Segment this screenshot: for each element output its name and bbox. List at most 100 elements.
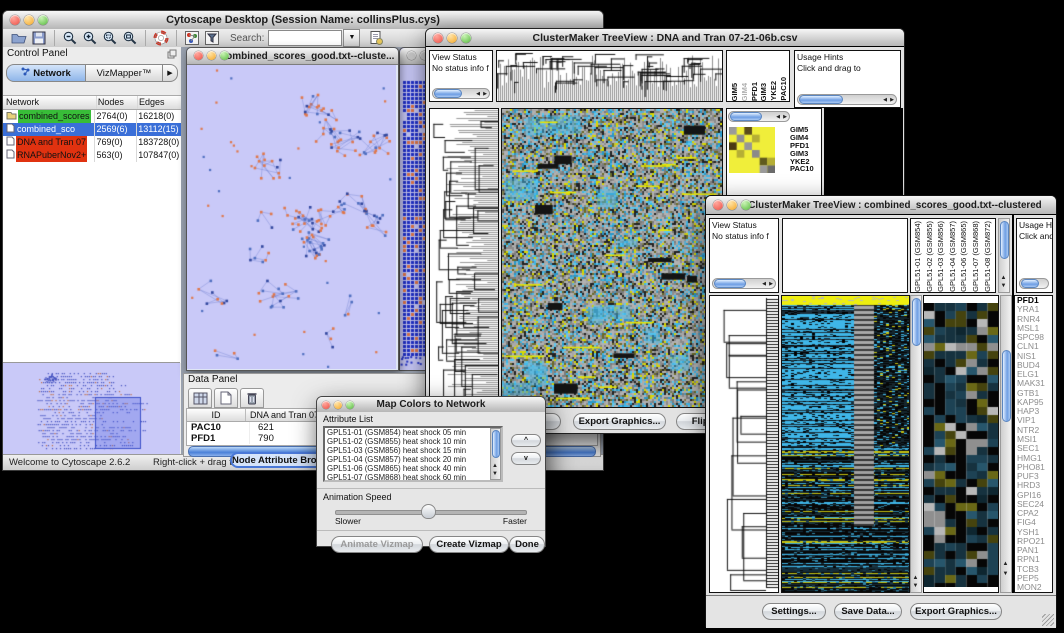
view-status-scrollbar[interactable]: ◀▶ (712, 278, 776, 289)
combined-treeview-titlebar[interactable]: ClusterMaker TreeView : combined_scores_… (706, 196, 1056, 215)
scroll-right-icon[interactable]: ▶ (783, 114, 787, 121)
scroll-down-icon[interactable]: ▼ (913, 583, 919, 590)
id-column-header[interactable]: ID (187, 409, 246, 421)
row-dendrogram[interactable] (709, 295, 779, 593)
filter-icon[interactable] (202, 29, 222, 47)
attribute-list[interactable]: GPL51-01 (GSM854) heat shock 05 minGPL51… (323, 426, 503, 482)
scroll-up-icon[interactable]: ▲ (1001, 275, 1007, 282)
column-label[interactable]: GPL51-01 (GSM854) (913, 221, 925, 292)
move-down-button[interactable]: v (511, 452, 541, 465)
open-session-icon[interactable] (9, 29, 29, 47)
labels-vscrollbar[interactable]: ▲▼ (998, 218, 1010, 293)
export-graphics-button[interactable]: Export Graphics... (910, 603, 1002, 620)
minimize-icon[interactable] (727, 200, 737, 210)
summary-scrollbar[interactable]: ◀▶ (728, 111, 790, 122)
zoom-window-icon[interactable] (346, 401, 354, 409)
minimize-icon[interactable] (207, 51, 216, 60)
column-label[interactable]: GPL51-04 (GSM857) (948, 221, 960, 292)
export-graphics-button[interactable]: Export Graphics... (573, 413, 666, 430)
column-label[interactable]: PFD1 (750, 82, 760, 101)
zoom-out-icon[interactable] (60, 29, 80, 47)
view-status-scrollbar[interactable]: ◀▶ (432, 88, 490, 99)
scroll-down-icon[interactable]: ▼ (1003, 571, 1009, 578)
column-label[interactable]: GIM4 (740, 83, 750, 101)
move-up-button[interactable]: ^ (511, 434, 541, 447)
tab-vizmapper[interactable]: VizMapper™ (86, 64, 163, 82)
dna-row-dendrogram[interactable] (429, 108, 499, 408)
column-label[interactable]: GIM3 (759, 83, 769, 101)
column-label[interactable]: YKE2 (769, 81, 779, 101)
network-list-row[interactable]: combined_scores2764(0)16218(0) (3, 110, 181, 123)
scroll-left-icon[interactable]: ◀ (883, 97, 887, 104)
gene-item[interactable]: MON2 (1015, 583, 1052, 592)
minimize-icon[interactable] (24, 15, 34, 25)
scroll-up-icon[interactable]: ▲ (1003, 561, 1009, 568)
column-label[interactable]: GIM5 (730, 83, 740, 101)
close-icon[interactable] (194, 51, 203, 60)
close-icon[interactable] (322, 401, 330, 409)
save-session-icon[interactable] (29, 29, 49, 47)
animate-vizmap-button[interactable]: Animate Vizmap (331, 536, 423, 553)
search-dropdown-button[interactable]: ▼ (343, 29, 360, 47)
usage-hints-scrollbar[interactable]: ◀▶ (797, 94, 897, 105)
done-button[interactable]: Done (509, 536, 545, 553)
scroll-right-icon[interactable]: ▶ (769, 281, 773, 288)
scroll-down-icon[interactable]: ▼ (492, 471, 498, 478)
dna-column-dendrogram[interactable] (496, 50, 723, 102)
column-dendrogram-area[interactable] (782, 218, 908, 293)
dna-row-labels[interactable]: GIM5GIM4PFD1GIM3YKE2PAC10 (790, 126, 814, 173)
network-list-row[interactable]: DNA and Tran 07769(0)183728(0) (3, 136, 181, 149)
speed-slider-thumb[interactable] (421, 504, 436, 519)
help-lifesaver-icon[interactable] (151, 29, 171, 47)
scroll-left-icon[interactable]: ◀ (776, 114, 780, 121)
save-data-button[interactable]: Save Data... (834, 603, 902, 620)
minimize-icon[interactable] (447, 33, 457, 43)
attribute-item[interactable]: GPL51-07 (GSM868) heat shock 60 min (327, 474, 499, 482)
column-label[interactable]: GPL51-02 (GSM855) (925, 221, 937, 292)
zoom-window-icon[interactable] (741, 200, 751, 210)
network-list-header[interactable]: Network Nodes Edges (3, 96, 181, 110)
more-tabs-button[interactable]: ▶ (163, 64, 178, 82)
close-icon[interactable] (407, 51, 416, 60)
heatmap-vscrollbar[interactable]: ▲▼ (910, 295, 922, 593)
scroll-right-icon[interactable]: ▶ (890, 97, 894, 104)
create-vizmap-button[interactable]: Create Vizmap (429, 536, 509, 553)
close-icon[interactable] (10, 15, 20, 25)
search-input[interactable] (268, 30, 342, 46)
zoom-window-icon[interactable] (220, 51, 229, 60)
dna-heatmap[interactable] (501, 108, 723, 408)
gene-list[interactable]: PFD1YRA1RNR4MSL1SPC98CLN1NIS1BUD4ELG1MAK… (1014, 295, 1053, 593)
row-label[interactable]: PAC10 (790, 165, 814, 173)
birdseye-view[interactable] (3, 362, 180, 455)
zoom-selected-icon[interactable] (100, 29, 120, 47)
settings-button[interactable]: Settings... (762, 603, 826, 620)
scroll-up-icon[interactable]: ▲ (492, 463, 498, 470)
close-icon[interactable] (433, 33, 443, 43)
column-labels[interactable]: GPL51-01 (GSM854)GPL51-02 (GSM855)GPL51-… (910, 218, 996, 293)
scroll-up-icon[interactable]: ▲ (913, 575, 919, 582)
resize-grip[interactable] (1042, 614, 1054, 626)
float-panel-icon[interactable] (167, 49, 177, 62)
column-label[interactable]: GPL51-07 (GSM868) (971, 221, 983, 292)
detail-vscrollbar[interactable]: ▲▼ (1000, 295, 1012, 593)
scroll-down-icon[interactable]: ▼ (1001, 283, 1007, 290)
network-list-row[interactable]: RNAPuberNov2+563(0)107847(0) (3, 149, 181, 162)
dna-column-labels[interactable]: GIM5GIM4PFD1GIM3YKE2PAC10 (726, 50, 790, 102)
main-heatmap[interactable] (781, 295, 910, 593)
scroll-left-icon[interactable]: ◀ (476, 91, 480, 98)
attribute-list-scrollbar[interactable]: ▲▼ (490, 428, 501, 480)
column-label[interactable]: GPL51-03 (GSM856) (936, 221, 948, 292)
scroll-right-icon[interactable]: ▶ (483, 91, 487, 98)
zoom-fit-icon[interactable] (120, 29, 140, 47)
zoom-window-icon[interactable] (38, 15, 48, 25)
tab-network[interactable]: Network (6, 64, 86, 82)
detail-heatmap-panel[interactable] (923, 295, 999, 593)
select-attributes-icon[interactable] (188, 388, 212, 408)
usage-hints-scrollbar[interactable] (1019, 278, 1049, 289)
zoom-in-icon[interactable] (80, 29, 100, 47)
column-label[interactable]: GPL51-08 (GSM872) (983, 221, 995, 292)
dna-treeview-titlebar[interactable]: ClusterMaker TreeView : DNA and Tran 07-… (426, 29, 904, 47)
delete-attribute-icon[interactable] (240, 388, 264, 408)
minimize-icon[interactable] (334, 401, 342, 409)
close-icon[interactable] (713, 200, 723, 210)
